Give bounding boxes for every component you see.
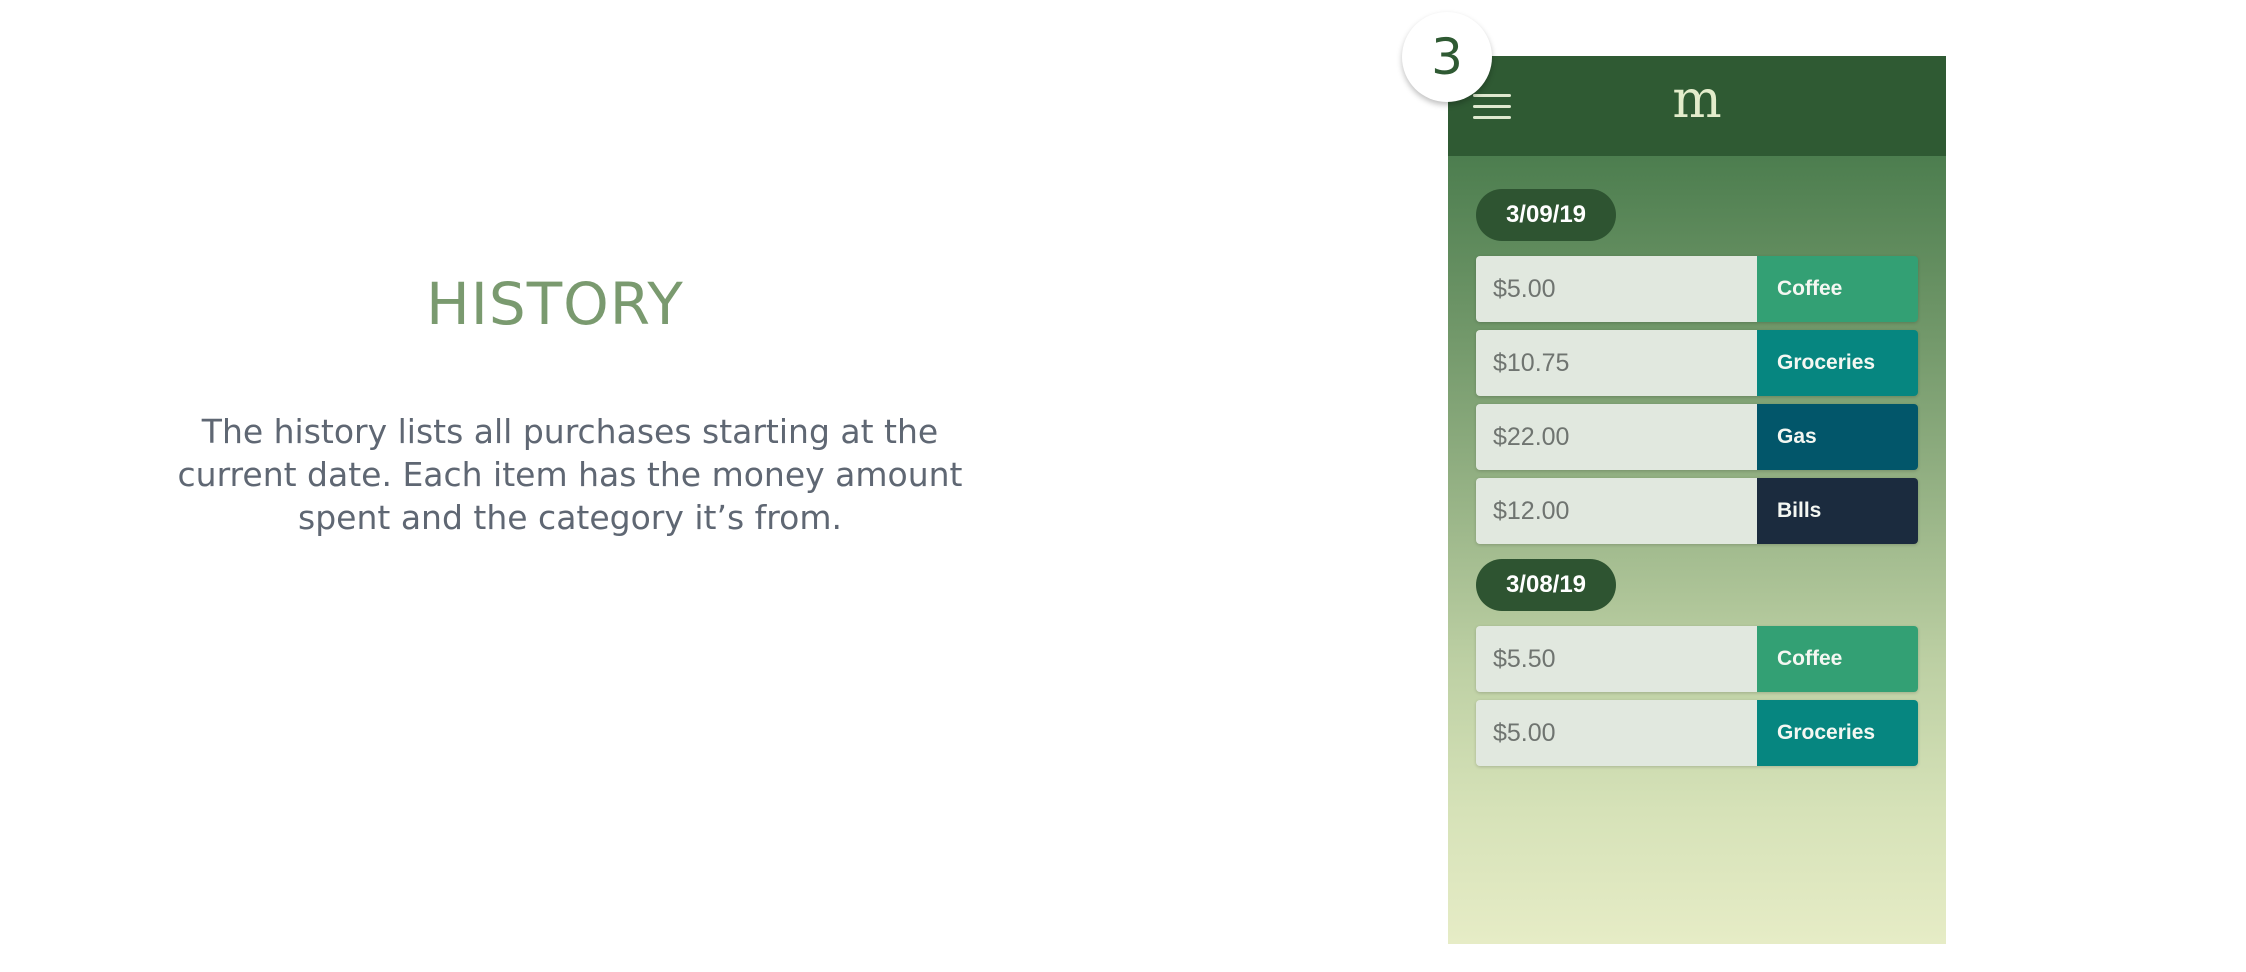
history-entry-coffee[interactable]: $5.50 Coffee xyxy=(1476,626,1918,692)
entry-category-groceries: Groceries xyxy=(1757,330,1918,396)
entry-amount: $22.00 xyxy=(1476,404,1757,470)
app-logo: m xyxy=(1672,70,1722,130)
entry-amount: $5.00 xyxy=(1476,700,1757,766)
entry-category-gas: Gas xyxy=(1757,404,1918,470)
entry-amount: $10.75 xyxy=(1476,330,1757,396)
section-description: The history lists all purchases starting… xyxy=(177,412,963,537)
app-header: m xyxy=(1448,56,1946,156)
entry-amount: $5.00 xyxy=(1476,256,1757,322)
entry-category-bills: Bills xyxy=(1757,478,1918,544)
history-entry-groceries[interactable]: $5.00 Groceries xyxy=(1476,700,1918,766)
phone-screen: m 3/09/19 $5.00 Coffee $10.75 Groceries … xyxy=(1448,56,1946,944)
section-title: HISTORY xyxy=(426,270,684,338)
date-pill: 3/09/19 xyxy=(1476,189,1616,241)
history-entry-groceries[interactable]: $10.75 Groceries xyxy=(1476,330,1918,396)
history-entry-coffee[interactable]: $5.00 Coffee xyxy=(1476,256,1918,322)
history-entry-gas[interactable]: $22.00 Gas xyxy=(1476,404,1918,470)
entry-amount: $5.50 xyxy=(1476,626,1757,692)
history-entry-bills[interactable]: $12.00 Bills xyxy=(1476,478,1918,544)
entry-category-coffee: Coffee xyxy=(1757,626,1918,692)
entry-category-coffee: Coffee xyxy=(1757,256,1918,322)
entry-amount: $12.00 xyxy=(1476,478,1757,544)
date-pill: 3/08/19 xyxy=(1476,559,1616,611)
entry-category-groceries: Groceries xyxy=(1757,700,1918,766)
step-number-badge: 3 xyxy=(1402,12,1492,102)
